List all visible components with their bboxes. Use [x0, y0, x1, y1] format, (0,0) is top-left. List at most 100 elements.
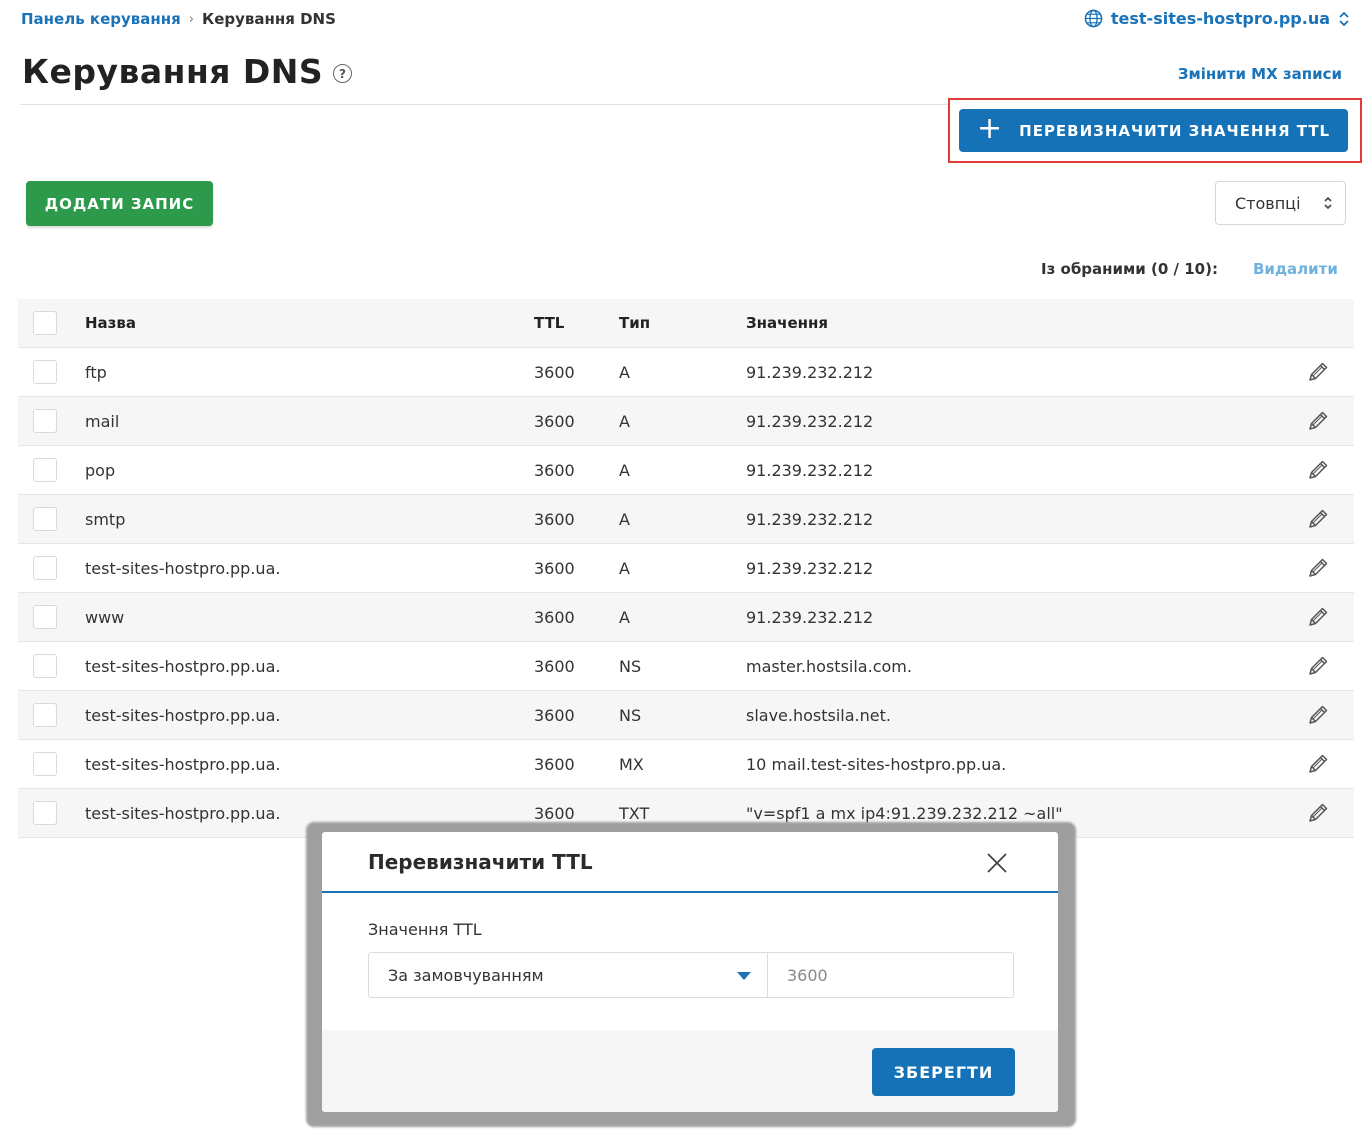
breadcrumb: Панель керування › Керування DNS: [21, 10, 336, 28]
help-icon[interactable]: ?: [333, 64, 353, 83]
cell-value: master.hostsila.com.: [746, 656, 912, 676]
ttl-value-input[interactable]: 3600: [767, 952, 1014, 998]
page-title: Керування DNS ?: [22, 52, 353, 91]
modal-header: Перевизначити TTL: [322, 832, 1058, 893]
cell-type: A: [619, 411, 630, 431]
ttl-field-label: Значення TTL: [368, 920, 482, 939]
cell-type: A: [619, 362, 630, 382]
row-checkbox[interactable]: [33, 507, 57, 531]
cell-value: 91.239.232.212: [746, 362, 874, 382]
pencil-icon[interactable]: [1306, 360, 1330, 384]
table-row: mail 3600 A 91.239.232.212: [18, 397, 1354, 446]
header-type: Тип: [619, 314, 651, 332]
change-mx-link[interactable]: Змінити MX записи: [1178, 65, 1342, 83]
header-value: Значення: [746, 314, 828, 332]
save-button[interactable]: ЗБЕРЕГТИ: [872, 1048, 1015, 1096]
pencil-icon[interactable]: [1306, 409, 1330, 433]
row-checkbox[interactable]: [33, 409, 57, 433]
table-row: pop 3600 A 91.239.232.212: [18, 446, 1354, 495]
plus-icon: +: [977, 111, 1004, 146]
title-divider: [20, 104, 950, 105]
override-ttl-modal: Перевизначити TTL Значення TTL За замовч…: [322, 832, 1058, 1112]
pencil-icon[interactable]: [1306, 703, 1330, 727]
chevron-updown-icon: [1324, 196, 1332, 210]
ttl-mode-value: За замовчуванням: [388, 965, 544, 985]
table-row: test-sites-hostpro.pp.ua. 3600 A 91.239.232…: [18, 544, 1354, 593]
cell-ttl: 3600: [534, 558, 575, 578]
table-row: smtp 3600 A 91.239.232.212: [18, 495, 1354, 544]
cell-name: test-sites-hostpro.pp.ua.: [85, 656, 281, 676]
chevron-updown-icon: [1339, 11, 1349, 26]
table-header: Назва TTL Тип Значення: [18, 299, 1354, 348]
cell-ttl: 3600: [534, 754, 575, 774]
pencil-icon[interactable]: [1306, 752, 1330, 776]
row-checkbox[interactable]: [33, 556, 57, 580]
pencil-icon[interactable]: [1306, 556, 1330, 580]
pencil-icon[interactable]: [1306, 605, 1330, 629]
table-row: ftp 3600 A 91.239.232.212: [18, 348, 1354, 397]
columns-select-label: Стовпці: [1235, 193, 1301, 213]
cell-ttl: 3600: [534, 705, 575, 725]
add-record-button[interactable]: ДОДАТИ ЗАПИС: [26, 181, 213, 226]
domain-switcher[interactable]: test-sites-hostpro.pp.ua: [1084, 9, 1350, 28]
row-checkbox[interactable]: [33, 360, 57, 384]
pencil-icon[interactable]: [1306, 654, 1330, 678]
cell-name: smtp: [85, 509, 126, 529]
cell-ttl: 3600: [534, 607, 575, 627]
table-row: www 3600 A 91.239.232.212: [18, 593, 1354, 642]
pencil-icon[interactable]: [1306, 507, 1330, 531]
cell-name: test-sites-hostpro.pp.ua.: [85, 705, 281, 725]
pencil-icon[interactable]: [1306, 801, 1330, 825]
cell-type: A: [619, 558, 630, 578]
cell-value: 91.239.232.212: [746, 509, 874, 529]
override-ttl-button[interactable]: + ПЕРЕВИЗНАЧИТИ ЗНАЧЕННЯ TTL: [959, 109, 1348, 152]
modal-title: Перевизначити TTL: [368, 850, 593, 874]
cell-value: 91.239.232.212: [746, 411, 874, 431]
columns-select[interactable]: Стовпці: [1215, 181, 1346, 225]
cell-type: A: [619, 509, 630, 529]
override-ttl-label: ПЕРЕВИЗНАЧИТИ ЗНАЧЕННЯ TTL: [1019, 121, 1331, 140]
ttl-mode-select[interactable]: За замовчуванням: [368, 952, 768, 998]
close-icon[interactable]: [986, 852, 1008, 874]
cell-name: test-sites-hostpro.pp.ua.: [85, 803, 281, 823]
domain-name: test-sites-hostpro.pp.ua: [1110, 9, 1330, 28]
table-row: test-sites-hostpro.pp.ua. 3600 NS slave.hos…: [18, 691, 1354, 740]
cell-value: 10 mail.test-sites-hostpro.pp.ua.: [746, 754, 1007, 774]
breadcrumb-link-dashboard[interactable]: Панель керування: [21, 10, 181, 28]
row-checkbox[interactable]: [33, 703, 57, 727]
dns-records-table: Назва TTL Тип Значення ftp 3600 A 91.239.23…: [18, 299, 1354, 838]
cell-ttl: 3600: [534, 656, 575, 676]
cell-value: 91.239.232.212: [746, 460, 874, 480]
row-checkbox[interactable]: [33, 654, 57, 678]
cell-type: NS: [619, 656, 642, 676]
table-row: test-sites-hostpro.pp.ua. 3600 MX 10 mail.t…: [18, 740, 1354, 789]
cell-ttl: 3600: [534, 803, 575, 823]
cell-type: A: [619, 607, 630, 627]
caret-down-icon: [737, 972, 751, 980]
cell-name: test-sites-hostpro.pp.ua.: [85, 558, 281, 578]
row-checkbox[interactable]: [33, 458, 57, 482]
cell-ttl: 3600: [534, 509, 575, 529]
cell-value: 91.239.232.212: [746, 558, 874, 578]
cell-name: pop: [85, 460, 116, 480]
cell-name: mail: [85, 411, 120, 431]
globe-icon: [1084, 9, 1103, 28]
cell-value: slave.hostsila.net.: [746, 705, 891, 725]
delete-selected-link[interactable]: Видалити: [1253, 260, 1338, 278]
cell-name: test-sites-hostpro.pp.ua.: [85, 754, 281, 774]
cell-ttl: 3600: [534, 460, 575, 480]
select-all-checkbox[interactable]: [33, 311, 57, 335]
cell-ttl: 3600: [534, 411, 575, 431]
breadcrumb-current: Керування DNS: [201, 10, 336, 28]
cell-type: A: [619, 460, 630, 480]
row-checkbox[interactable]: [33, 605, 57, 629]
cell-type: TXT: [619, 803, 650, 823]
pencil-icon[interactable]: [1306, 458, 1330, 482]
chevron-right-icon: ›: [188, 11, 194, 27]
selection-info: Із обраними (0 / 10):: [1041, 260, 1218, 278]
row-checkbox[interactable]: [33, 801, 57, 825]
row-checkbox[interactable]: [33, 752, 57, 776]
cell-ttl: 3600: [534, 362, 575, 382]
table-row: test-sites-hostpro.pp.ua. 3600 NS master.ho…: [18, 642, 1354, 691]
header-ttl: TTL: [534, 314, 565, 332]
